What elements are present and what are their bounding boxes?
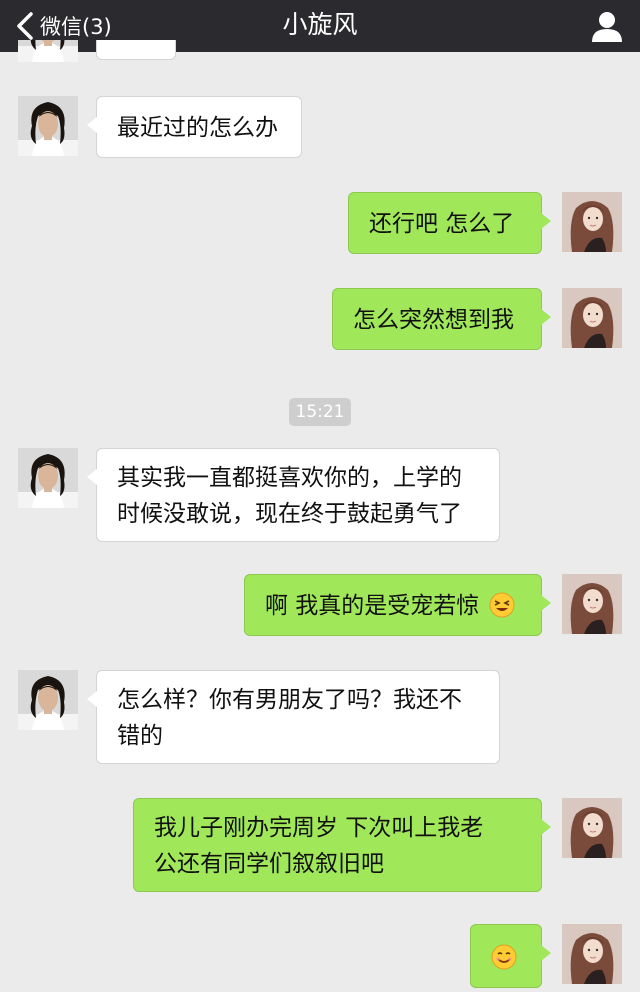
message-bubble-sent[interactable] [470,924,551,988]
avatar[interactable] [562,798,622,858]
person-icon[interactable] [590,9,624,43]
timestamp: 15:21 [289,398,351,426]
message-bubble-received[interactable]: 最近过的怎么办 [87,96,302,158]
message-text-line: 时候没敢说，现在终于鼓起勇气了 [117,501,462,527]
message-text: 还行吧 怎么了 [369,211,515,237]
smiling-emoji-icon [491,944,517,970]
avatar[interactable] [18,448,78,508]
message-text-line: 公还有同学们叙叙旧吧 [154,851,384,877]
message-text: 怎么突然想到我 [353,307,514,333]
message-text-line: 其实我一直都挺喜欢你的，上学的 [117,465,462,491]
message-bubble-sent[interactable]: 啊 我真的是受宠若惊 [244,574,551,636]
message-text-line: 错的 [117,723,163,749]
message-bubble-received[interactable]: 其实我一直都挺喜欢你的，上学的 时候没敢说，现在终于鼓起勇气了 [87,448,500,542]
avatar[interactable] [18,96,78,156]
avatar[interactable] [562,288,622,348]
message-bubble-sent[interactable]: 怎么突然想到我 [332,288,551,350]
message-text-line: 怎么样？你有男朋友了吗？我还不 [117,687,462,713]
message-text-line: 我儿子刚办完周岁 下次叫上我老 [154,815,484,841]
message-bubble-received[interactable]: 怎么样？你有男朋友了吗？我还不 错的 [87,670,500,764]
message-bubble-sent[interactable]: 还行吧 怎么了 [348,192,551,254]
message-bubble-sent[interactable]: 我儿子刚办完周岁 下次叫上我老 公还有同学们叙叙旧吧 [133,798,551,892]
avatar[interactable] [18,670,78,730]
avatar[interactable] [562,192,622,252]
message-text: 啊 我真的是受宠若惊 [265,593,480,619]
message-text: 最近过的怎么办 [117,115,278,141]
grinning-squint-emoji-icon [489,592,515,618]
avatar[interactable] [562,924,622,984]
avatar[interactable] [18,40,78,62]
message-bubble-partial [96,40,176,60]
avatar[interactable] [562,574,622,634]
